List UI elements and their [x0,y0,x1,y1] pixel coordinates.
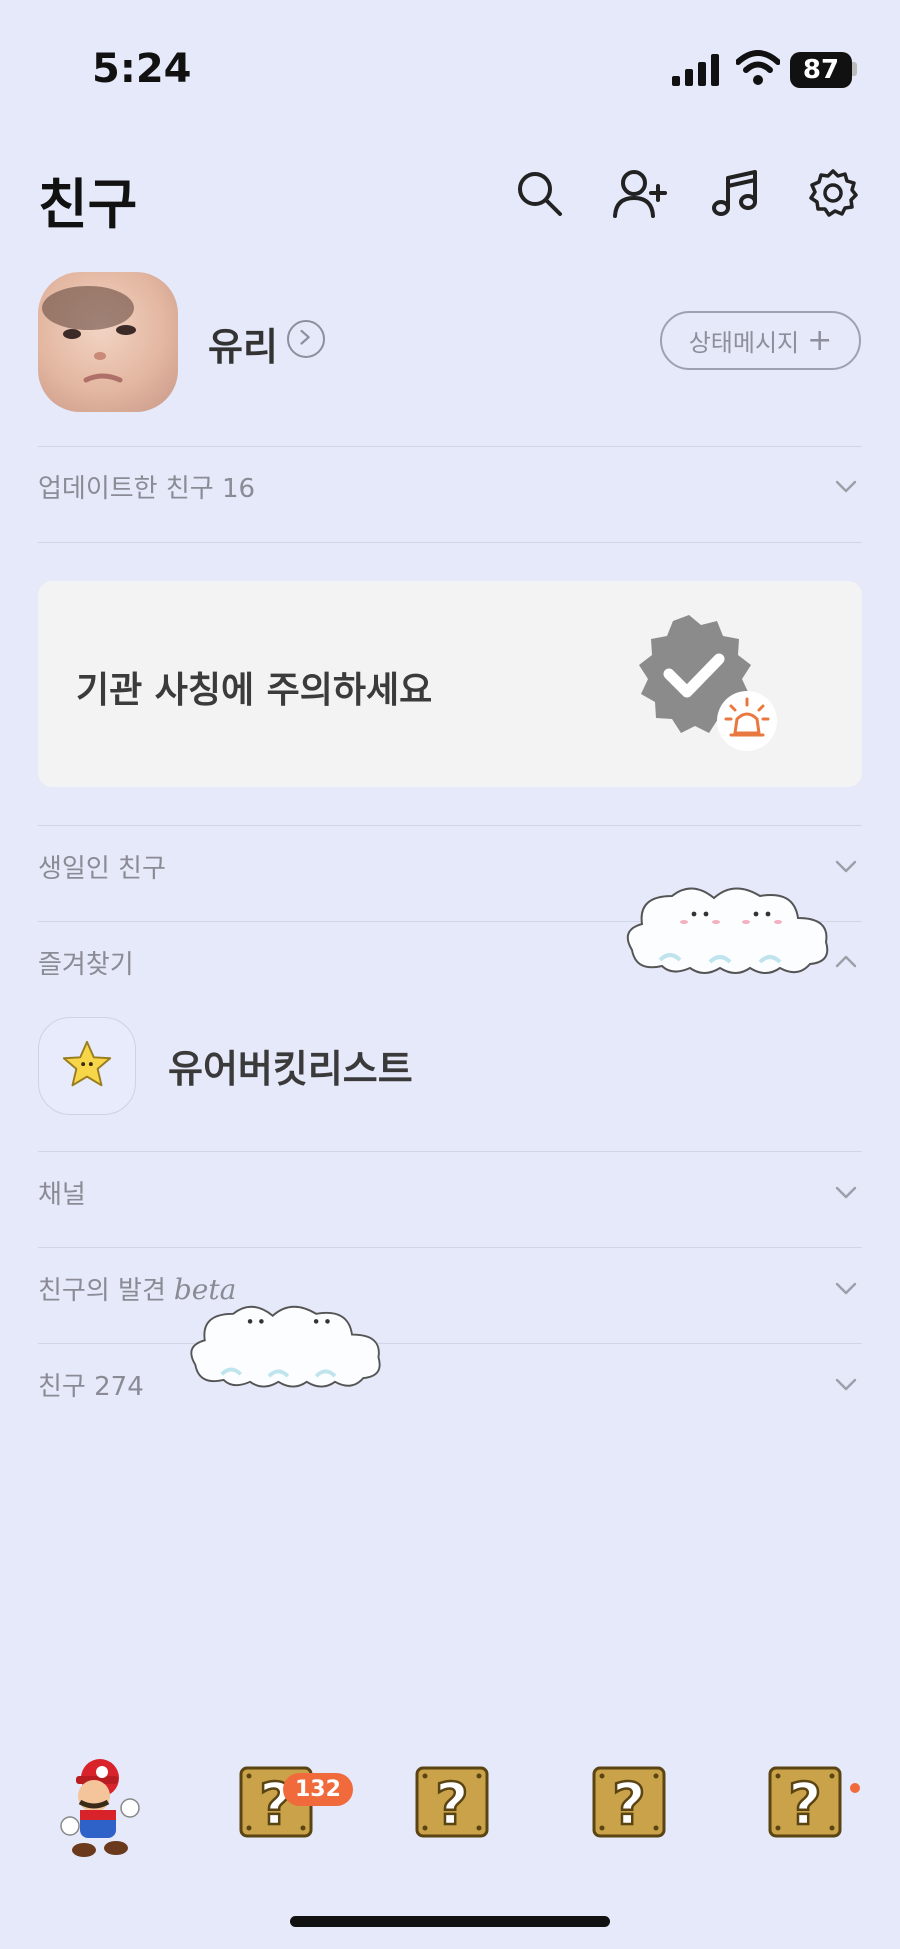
favorite-name[interactable]: 유어버킷리스트 [168,1038,413,1093]
profile-name[interactable]: 유리 [208,316,278,371]
section-label: 즐겨찾기 [38,950,134,980]
divider [38,1343,862,1344]
section-label: 채널 [38,1180,86,1210]
chevron-down-icon[interactable] [834,1276,858,1300]
tab-view-question-block-icon[interactable]: ? [413,1760,497,1844]
svg-text:?: ? [788,1770,822,1838]
status-message-button[interactable]: 상태메시지 + [660,311,861,370]
section-label: 업데이트한 친구 16 [38,474,256,504]
tab-friends-mario-icon[interactable] [50,1756,146,1862]
divider [38,542,862,543]
plus-icon: + [807,323,833,358]
avatar[interactable] [38,272,178,412]
wifi-icon [735,50,781,86]
add-friend-icon[interactable] [612,168,668,218]
svg-text:?: ? [612,1770,646,1838]
chevron-down-icon[interactable] [834,474,858,498]
signal-icon [672,54,720,86]
divider [38,1151,862,1152]
unread-count-badge: 132 [283,1773,353,1806]
section-label-text: 친구의 발견 [38,1276,166,1306]
chevron-down-icon[interactable] [834,1372,858,1396]
section-label: 친구 274 [38,1372,144,1402]
section-updated-friends[interactable]: 업데이트한 친구 16 [38,450,862,520]
status-message-label: 상태메시지 [688,329,800,357]
tab-more-question-block-icon[interactable]: ? [766,1760,850,1844]
section-friends[interactable]: 친구 274 [38,1348,862,1418]
chevron-down-icon[interactable] [834,1180,858,1204]
divider [38,1247,862,1248]
verified-badge-icon [639,615,777,751]
banner-text: 기관 사칭에 주의하세요 [76,670,433,711]
battery-cap [852,62,857,76]
settings-icon[interactable] [808,168,858,218]
cloud-decoration-icon [190,1305,381,1388]
status-time: 5:24 [92,46,192,92]
section-label: 생일인 친구 [38,854,166,884]
divider [38,825,862,826]
new-indicator-dot [850,1783,860,1793]
music-icon[interactable] [710,168,760,218]
chevron-down-icon[interactable] [834,854,858,878]
chevron-up-icon[interactable] [834,950,858,974]
cloud-decoration-icon [626,887,829,974]
page-title: 친구 [38,173,138,236]
section-friend-discovery[interactable]: 친구의 발견 beta [38,1252,862,1322]
star-icon [62,1040,112,1087]
home-indicator[interactable] [290,1916,610,1927]
divider [38,446,862,447]
tab-shopping-question-block-icon[interactable]: ? [590,1760,674,1844]
search-icon[interactable] [514,168,564,218]
section-channel[interactable]: 채널 [38,1156,862,1226]
svg-text:?: ? [435,1770,469,1838]
battery-indicator: 87 [790,52,852,88]
banner-impersonation-warning[interactable]: 기관 사칭에 주의하세요 [38,581,862,787]
favorite-avatar[interactable] [38,1017,136,1115]
profile-chevron-icon[interactable] [287,320,325,358]
